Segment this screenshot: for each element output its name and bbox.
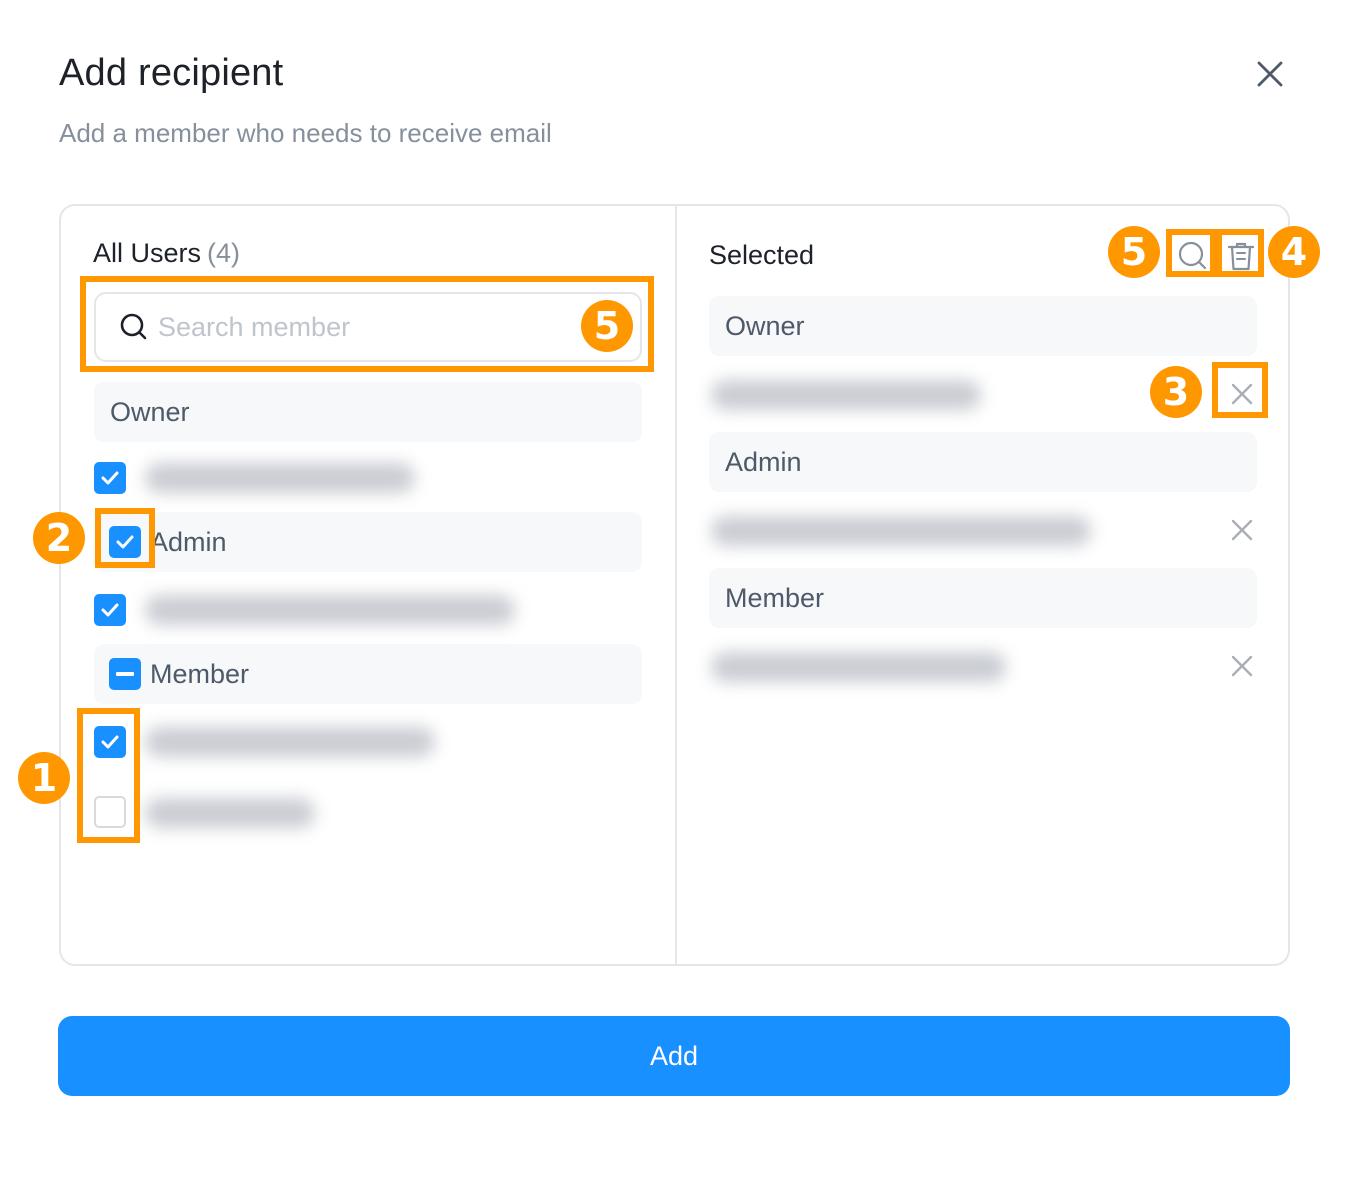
group-row-owner: Owner: [94, 382, 642, 442]
search-member-input[interactable]: [158, 311, 558, 343]
selected-group-owner: Owner: [709, 296, 1257, 356]
selected-group-admin: Admin: [709, 432, 1257, 492]
group-checkbox-member[interactable]: [109, 658, 141, 690]
user-checkbox-owner-1[interactable]: [94, 462, 126, 494]
selected-group-label-member: Member: [725, 582, 825, 613]
selected-email-blurred: [711, 652, 1006, 682]
close-icon: [1257, 61, 1283, 87]
check-icon: [101, 603, 119, 617]
user-email-blurred: [145, 463, 415, 493]
check-icon: [116, 535, 134, 549]
dialog-subtitle: Add a member who needs to receive email: [59, 118, 552, 148]
dialog-title: Add recipient: [59, 52, 284, 94]
selected-group-member: Member: [709, 568, 1257, 628]
check-icon: [101, 735, 119, 749]
trash-icon: [1227, 242, 1255, 271]
group-row-member: Member: [94, 644, 642, 704]
all-users-count: (4): [207, 238, 241, 268]
annotation-badge-1: 1: [18, 752, 70, 804]
search-icon: [1178, 241, 1207, 270]
user-checkbox-member-2[interactable]: [94, 796, 126, 828]
selected-email-blurred: [711, 380, 981, 410]
all-users-title: All Users (4): [93, 238, 240, 269]
close-icon: [1231, 655, 1253, 677]
user-checkbox-member-1[interactable]: [94, 726, 126, 758]
annotation-badge-2: 2: [33, 512, 85, 564]
user-email-blurred: [145, 595, 515, 625]
group-checkbox-admin[interactable]: [109, 526, 141, 558]
group-row-admin: Admin: [94, 512, 642, 572]
all-users-label: All Users: [93, 238, 202, 268]
group-label-admin: Admin: [150, 526, 227, 557]
search-member-box[interactable]: [94, 292, 642, 362]
annotation-badge-5-search: 5: [581, 300, 633, 352]
remove-selected-owner-1[interactable]: [1222, 374, 1262, 414]
add-button[interactable]: Add: [58, 1016, 1290, 1096]
selected-title: Selected: [709, 240, 815, 270]
annotation-badge-4: 4: [1268, 226, 1320, 278]
check-icon: [101, 471, 119, 485]
user-email-blurred: [145, 798, 315, 828]
panel-divider: [675, 206, 677, 964]
annotation-badge-5-selected: 5: [1108, 226, 1160, 278]
remove-selected-admin-1[interactable]: [1222, 510, 1262, 550]
selected-group-label-owner: Owner: [725, 310, 805, 341]
group-label-member: Member: [150, 658, 250, 689]
search-selected-button[interactable]: [1175, 238, 1211, 274]
selected-group-label-admin: Admin: [725, 446, 802, 477]
user-checkbox-admin-1[interactable]: [94, 594, 126, 626]
search-icon: [120, 313, 147, 340]
remove-selected-member-1[interactable]: [1222, 646, 1262, 686]
close-icon: [1231, 383, 1253, 405]
selected-email-blurred: [711, 516, 1091, 546]
close-button[interactable]: [1250, 54, 1290, 94]
group-label-owner: Owner: [110, 396, 190, 427]
clear-all-button[interactable]: [1223, 238, 1259, 274]
user-email-blurred: [145, 727, 435, 757]
close-icon: [1231, 519, 1253, 541]
transfer-panel: All Users(4) Owner Admin: [59, 204, 1290, 966]
annotation-badge-3: 3: [1150, 366, 1202, 418]
